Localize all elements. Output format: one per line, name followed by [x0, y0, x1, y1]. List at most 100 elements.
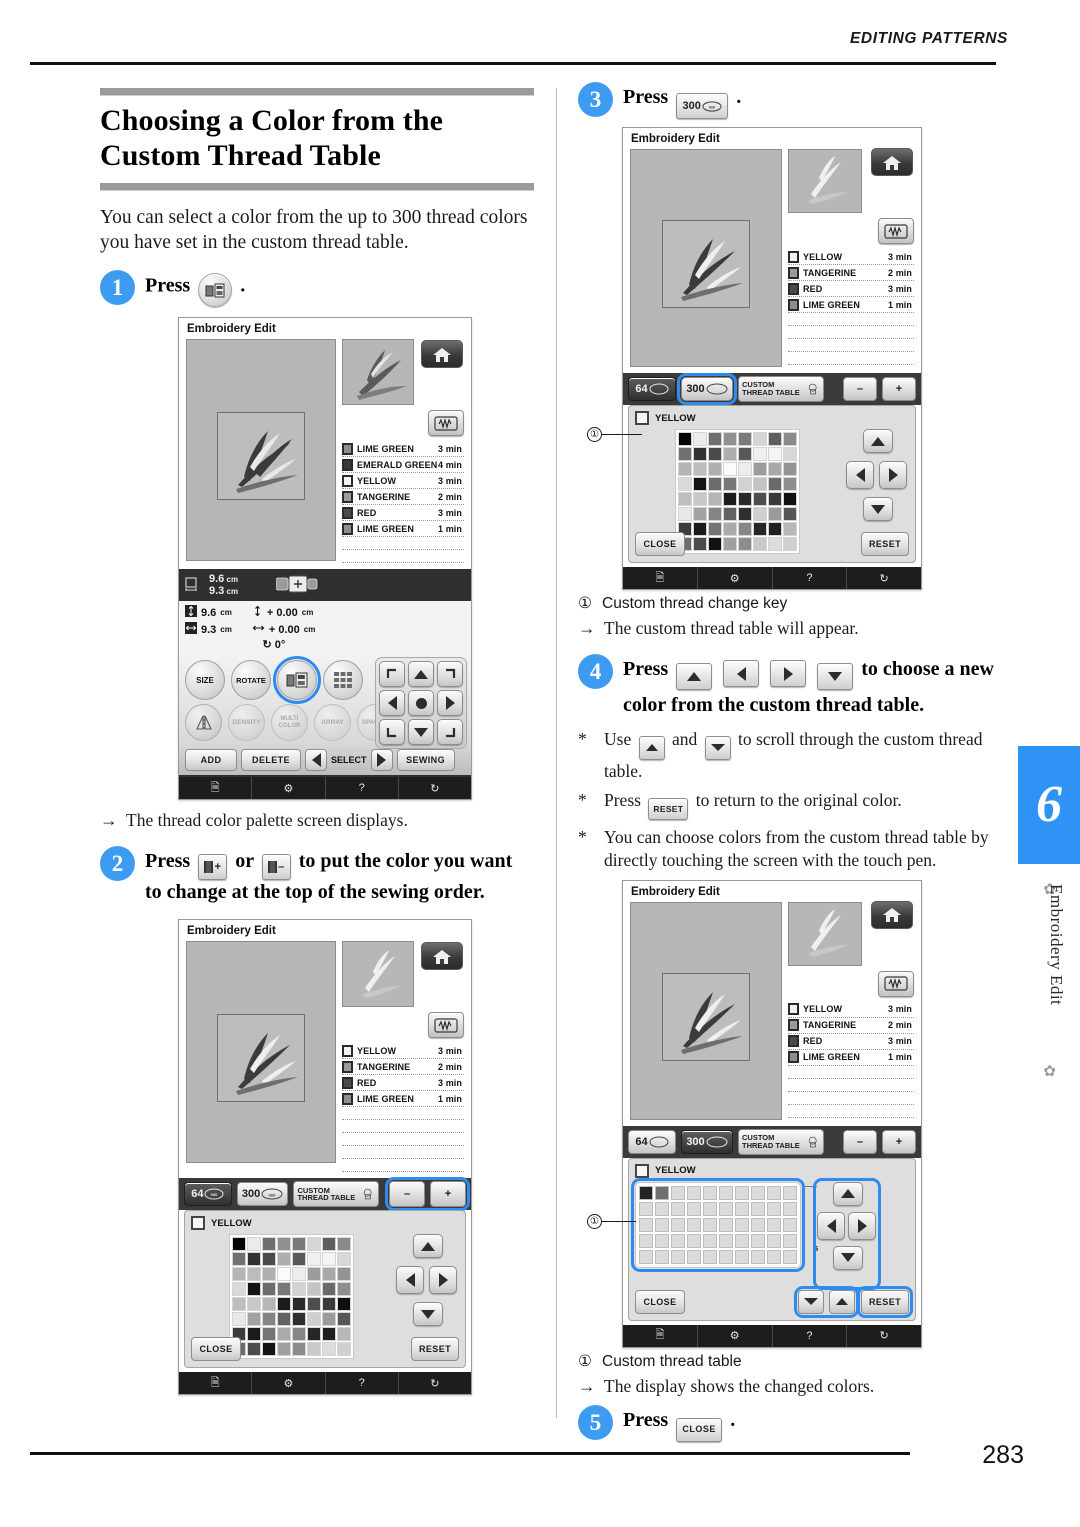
- palette-dpad[interactable]: [813, 1177, 881, 1290]
- custom-color-swatch[interactable]: [767, 1217, 781, 1232]
- custom-color-swatch[interactable]: [671, 1249, 685, 1264]
- color-swatch[interactable]: [753, 537, 767, 552]
- color-swatch[interactable]: [307, 1297, 321, 1312]
- custom-color-swatch[interactable]: [783, 1201, 797, 1216]
- color-swatch[interactable]: [768, 522, 782, 537]
- help-icon[interactable]: ?: [326, 1372, 399, 1395]
- color-swatch[interactable]: [247, 1297, 261, 1312]
- color-swatch[interactable]: [768, 507, 782, 522]
- color-swatch[interactable]: [708, 507, 722, 522]
- color-swatch[interactable]: [277, 1237, 291, 1252]
- custom-color-swatch[interactable]: [783, 1185, 797, 1200]
- table-row[interactable]: YELLOW 3 min: [788, 1002, 914, 1018]
- position-dpad[interactable]: [375, 657, 467, 750]
- palette-up-button[interactable]: [413, 1234, 443, 1259]
- custom-color-swatch[interactable]: [703, 1217, 717, 1232]
- color-swatch[interactable]: [783, 507, 797, 522]
- custom-color-swatch[interactable]: [687, 1201, 701, 1216]
- color-swatch[interactable]: [723, 432, 737, 447]
- color-swatch[interactable]: [783, 447, 797, 462]
- color-swatch[interactable]: [783, 432, 797, 447]
- custom-color-swatch[interactable]: [655, 1201, 669, 1216]
- color-swatch[interactable]: [738, 522, 752, 537]
- home-icon[interactable]: [871, 900, 913, 929]
- color-swatch[interactable]: [693, 537, 707, 552]
- color-swatch[interactable]: [708, 537, 722, 552]
- thread-order-up-button[interactable]: +: [430, 1181, 466, 1208]
- palette-down-button[interactable]: [833, 1245, 863, 1270]
- machine-icon[interactable]: ⚙: [698, 1324, 773, 1347]
- custom-color-swatch[interactable]: [783, 1217, 797, 1232]
- custom-thread-table-grid[interactable]: [631, 1177, 805, 1272]
- color-swatch[interactable]: [678, 507, 692, 522]
- palette-left-key-icon[interactable]: [723, 660, 760, 688]
- manual-icon[interactable]: 🗎: [623, 1324, 698, 1347]
- help-icon[interactable]: ?: [326, 777, 399, 800]
- color-swatch[interactable]: [232, 1252, 246, 1267]
- reset-button[interactable]: RESET: [857, 1285, 913, 1318]
- table-row[interactable]: RED 3 min: [342, 1075, 464, 1092]
- color-swatch[interactable]: [247, 1312, 261, 1327]
- color-swatch[interactable]: [723, 447, 737, 462]
- custom-color-swatch[interactable]: [655, 1185, 669, 1200]
- custom-color-swatch[interactable]: [655, 1233, 669, 1248]
- color-swatch[interactable]: [678, 462, 692, 477]
- move-topleft-button[interactable]: [379, 661, 405, 688]
- color-swatch[interactable]: [723, 492, 737, 507]
- color-swatch[interactable]: [232, 1282, 246, 1297]
- table-row[interactable]: TANGERINE 2 min: [342, 1059, 464, 1076]
- color-swatch[interactable]: [708, 492, 722, 507]
- color-swatch[interactable]: [247, 1342, 261, 1357]
- sewing-preview-icon[interactable]: [878, 218, 914, 245]
- scroll-down-button[interactable]: [798, 1289, 824, 1314]
- color-swatch[interactable]: [322, 1297, 336, 1312]
- needle-icon[interactable]: ↻: [847, 567, 921, 589]
- color-swatch[interactable]: [262, 1267, 276, 1282]
- manual-icon[interactable]: 🗎: [623, 567, 698, 590]
- array-button[interactable]: ARRAY: [314, 704, 351, 742]
- rotate-button[interactable]: ROTATE: [231, 660, 271, 701]
- color-swatch[interactable]: [693, 522, 707, 537]
- custom-color-swatch[interactable]: [751, 1233, 765, 1248]
- color-swatch[interactable]: [262, 1312, 276, 1327]
- select-prev-button[interactable]: [305, 749, 327, 772]
- custom-color-swatch[interactable]: [751, 1249, 765, 1264]
- custom-color-swatch[interactable]: [703, 1233, 717, 1248]
- custom-color-swatch[interactable]: [783, 1233, 797, 1248]
- custom-color-swatch[interactable]: [639, 1233, 653, 1248]
- palette-up-button[interactable]: [863, 429, 893, 454]
- custom-thread-table-button[interactable]: CUSTOM THREAD TABLE: [293, 1181, 379, 1208]
- scroll-up-key-icon[interactable]: [638, 735, 665, 760]
- color-swatch[interactable]: [292, 1297, 306, 1312]
- table-row[interactable]: LIME GREEN 3 min: [342, 441, 464, 458]
- custom-color-swatch[interactable]: [735, 1217, 749, 1232]
- custom-color-swatch[interactable]: [767, 1201, 781, 1216]
- screen-1-thread-list[interactable]: LIME GREEN 3 min EMERALD GREEN 4 min YEL…: [342, 441, 464, 564]
- custom-color-swatch[interactable]: [639, 1185, 653, 1200]
- color-swatch[interactable]: [337, 1267, 351, 1282]
- color-swatch[interactable]: [723, 507, 737, 522]
- table-row[interactable]: LIME GREEN 1 min: [788, 297, 914, 314]
- machine-icon[interactable]: ⚙: [252, 1372, 326, 1395]
- close-button[interactable]: CLOSE: [635, 532, 685, 557]
- color-swatch[interactable]: [783, 492, 797, 507]
- custom-color-swatch[interactable]: [687, 1185, 701, 1200]
- custom-color-swatch[interactable]: [735, 1249, 749, 1264]
- custom-color-swatch[interactable]: [687, 1217, 701, 1232]
- color-swatch[interactable]: [723, 522, 737, 537]
- palette-up-key-icon[interactable]: [676, 662, 713, 690]
- custom-color-swatch[interactable]: [687, 1233, 701, 1248]
- custom-color-swatch[interactable]: [783, 1249, 797, 1264]
- color-swatch[interactable]: [307, 1237, 321, 1252]
- palette-64-button[interactable]: 64 000: [184, 1182, 232, 1207]
- color-swatch[interactable]: [768, 492, 782, 507]
- color-swatch[interactable]: [262, 1252, 276, 1267]
- palette-dpad[interactable]: [395, 1234, 459, 1346]
- palette-64-button[interactable]: 64: [628, 1129, 676, 1154]
- custom-color-swatch[interactable]: [639, 1201, 653, 1216]
- color-swatch[interactable]: [307, 1282, 321, 1297]
- palette-300-key-icon[interactable]: 300 000: [676, 93, 729, 120]
- color-swatch[interactable]: [307, 1267, 321, 1282]
- screen-1-design[interactable]: [217, 412, 305, 501]
- color-swatch[interactable]: [232, 1297, 246, 1312]
